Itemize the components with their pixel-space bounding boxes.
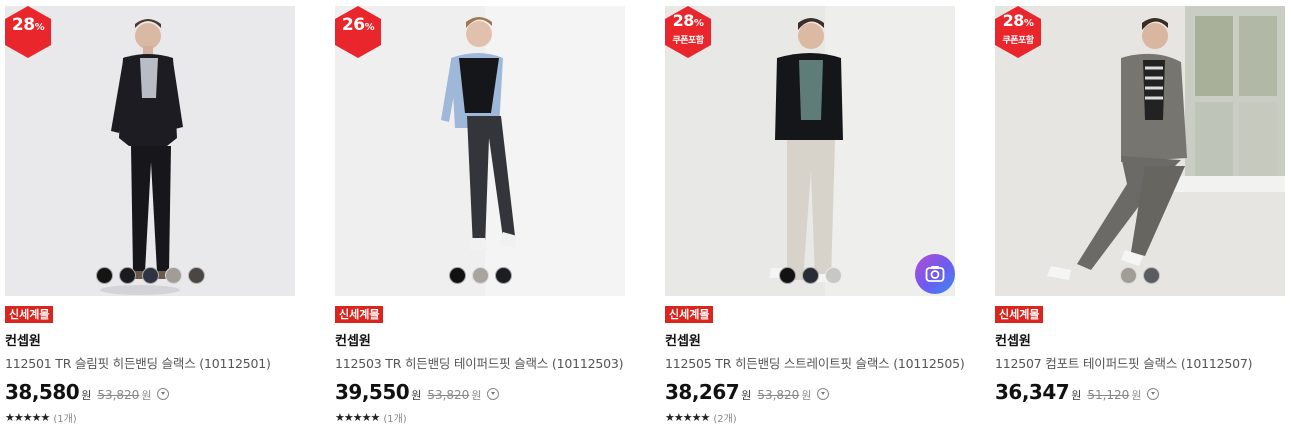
original-price: 53,820 [427, 388, 470, 402]
camera-icon [925, 266, 945, 282]
color-swatch[interactable] [1120, 267, 1137, 284]
currency-unit: 원 [81, 389, 92, 402]
original-price: 53,820 [757, 388, 800, 402]
color-swatch[interactable] [1143, 267, 1160, 284]
price-info-icon[interactable] [1147, 388, 1160, 400]
price-row: 38,580 원 53,820 원 [5, 380, 295, 404]
product-image[interactable]: 28% [5, 6, 295, 296]
rating: ★★★★★ (1개) [5, 410, 295, 425]
color-swatch[interactable] [141, 267, 159, 284]
color-swatch[interactable] [494, 267, 512, 284]
rating: ★★★★★ (1개) [335, 410, 625, 425]
color-swatches [665, 267, 955, 284]
color-swatches [995, 267, 1285, 284]
currency-unit: 원 [801, 389, 812, 402]
product-image[interactable]: 28% 쿠폰포함 [995, 6, 1285, 296]
currency-unit: 원 [471, 389, 482, 402]
brand-name[interactable]: 컨셉원 [995, 330, 1285, 349]
mall-tag: 신세계몰 [5, 306, 54, 323]
sale-price: 36,347 [995, 380, 1070, 404]
star-rating-icon: ★★★★★ [5, 411, 50, 424]
sale-price: 39,550 [335, 380, 410, 404]
discount-badge: 28% 쿠폰포함 [995, 6, 1041, 58]
discount-badge: 28% 쿠폰포함 [665, 6, 711, 58]
product-name[interactable]: 112505 TR 히든밴딩 스트레이트핏 슬랙스 (10112505) [665, 353, 965, 372]
currency-unit: 원 [411, 389, 422, 402]
product-grid: 28% 신세계몰 컨셉원 112501 TR 슬림핏 히든밴딩 슬랙스 (101… [0, 0, 1291, 425]
color-swatches [335, 267, 625, 284]
star-rating-icon: ★★★★★ [335, 411, 380, 424]
review-count: (1개) [383, 414, 407, 425]
discount-badge: 26% [335, 6, 381, 58]
color-swatch[interactable] [164, 267, 182, 284]
rating: ★★★★★ (2개) [665, 410, 955, 425]
price-row: 36,347 원 51,120 원 [995, 380, 1285, 404]
product-card[interactable]: 28% 쿠폰포함 신세계몰 컨셉원 112505 TR 히든밴딩 스트레이트핏 … [665, 6, 965, 425]
color-swatches [5, 267, 295, 284]
original-price: 53,820 [97, 388, 140, 402]
review-count: (1개) [53, 414, 77, 425]
price-info-icon[interactable] [157, 388, 170, 400]
product-card[interactable]: 26% 신세계몰 컨셉원 112503 TR 히든밴딩 테이퍼드핏 슬랙스 (1… [335, 6, 625, 425]
discount-badge: 28% [5, 6, 51, 58]
currency-unit: 원 [141, 389, 152, 402]
product-name[interactable]: 112507 컴포트 테이퍼드핏 슬랙스 (10112507) [995, 353, 1285, 372]
color-swatch[interactable] [801, 267, 819, 284]
star-rating-icon: ★★★★★ [665, 411, 710, 424]
product-card[interactable]: 28% 신세계몰 컨셉원 112501 TR 슬림핏 히든밴딩 슬랙스 (101… [5, 6, 295, 425]
sale-price: 38,267 [665, 380, 740, 404]
currency-unit: 원 [741, 389, 752, 402]
mall-tag: 신세계몰 [665, 306, 714, 323]
color-swatch[interactable] [448, 267, 466, 284]
brand-name[interactable]: 컨셉원 [5, 330, 295, 349]
mall-tag: 신세계몰 [335, 306, 384, 323]
product-card[interactable]: 28% 쿠폰포함 신세계몰 컨셉원 112507 컴포트 테이퍼드핏 슬랙스 (… [995, 6, 1285, 404]
color-swatch[interactable] [824, 267, 842, 284]
color-swatch[interactable] [778, 267, 796, 284]
review-count: (2개) [713, 414, 737, 425]
original-price: 51,120 [1087, 388, 1130, 402]
color-swatch[interactable] [471, 267, 489, 284]
brand-name[interactable]: 컨셉원 [335, 330, 625, 349]
color-swatch[interactable] [118, 267, 136, 284]
sale-price: 38,580 [5, 380, 80, 404]
price-info-icon[interactable] [817, 388, 830, 400]
coupon-label: 쿠폰포함 [672, 36, 704, 46]
product-name[interactable]: 112503 TR 히든밴딩 테이퍼드핏 슬랙스 (10112503) [335, 353, 625, 372]
color-swatch[interactable] [95, 267, 113, 284]
color-swatch[interactable] [187, 267, 205, 284]
camera-search-button[interactable] [915, 254, 955, 294]
price-row: 38,267 원 53,820 원 [665, 380, 955, 404]
currency-unit: 원 [1131, 389, 1142, 402]
currency-unit: 원 [1071, 389, 1082, 402]
product-image[interactable]: 26% [335, 6, 625, 296]
product-image[interactable]: 28% 쿠폰포함 [665, 6, 955, 296]
coupon-label: 쿠폰포함 [1002, 36, 1034, 46]
price-row: 39,550 원 53,820 원 [335, 380, 625, 404]
brand-name[interactable]: 컨셉원 [665, 330, 955, 349]
price-info-icon[interactable] [487, 388, 500, 400]
product-name[interactable]: 112501 TR 슬림핏 히든밴딩 슬랙스 (10112501) [5, 353, 295, 372]
mall-tag: 신세계몰 [995, 306, 1044, 323]
